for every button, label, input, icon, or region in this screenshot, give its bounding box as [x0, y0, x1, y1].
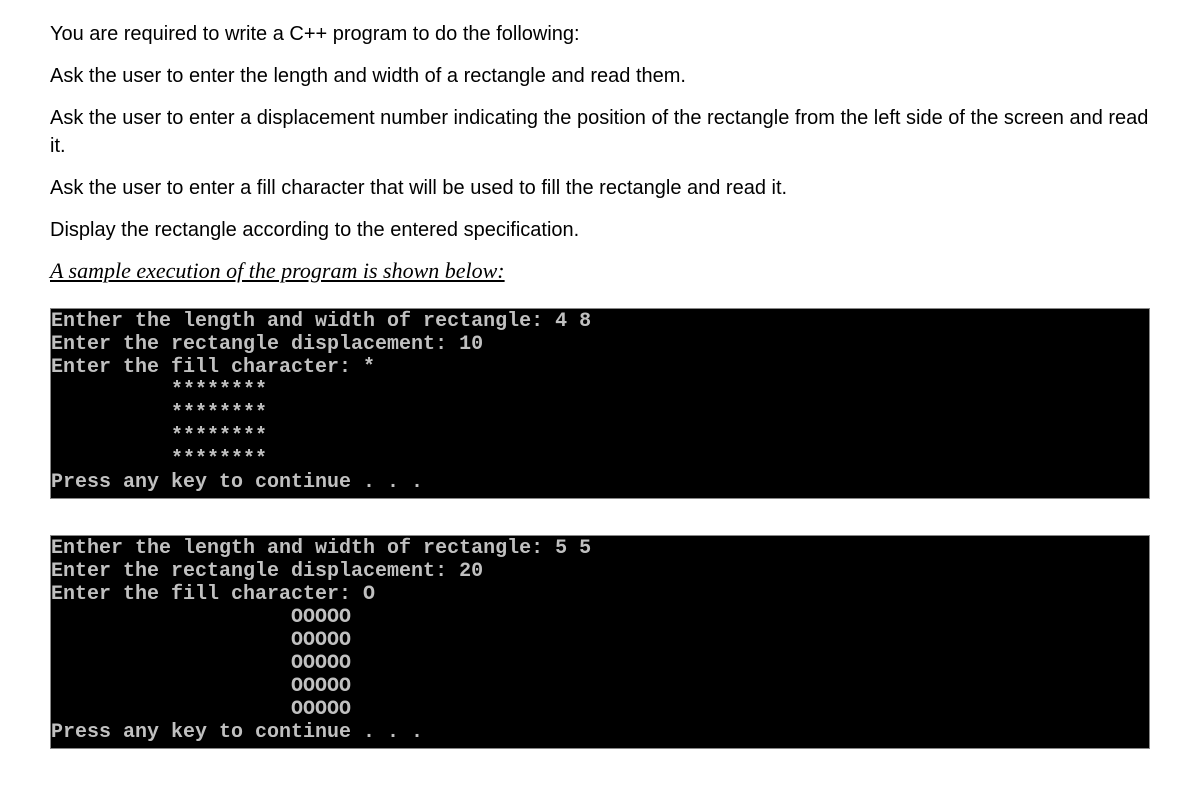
console-output-2: Enther the length and width of rectangle… [50, 535, 1150, 749]
instruction-line-2: Ask the user to enter the length and wid… [50, 62, 1150, 90]
instruction-line-1: You are required to write a C++ program … [50, 20, 1150, 48]
sample-execution-heading: A sample execution of the program is sho… [50, 258, 1150, 284]
instruction-line-5: Display the rectangle according to the e… [50, 216, 1150, 244]
instruction-line-4: Ask the user to enter a fill character t… [50, 174, 1150, 202]
console-output-1: Enther the length and width of rectangle… [50, 308, 1150, 499]
instruction-line-3: Ask the user to enter a displacement num… [50, 104, 1150, 160]
